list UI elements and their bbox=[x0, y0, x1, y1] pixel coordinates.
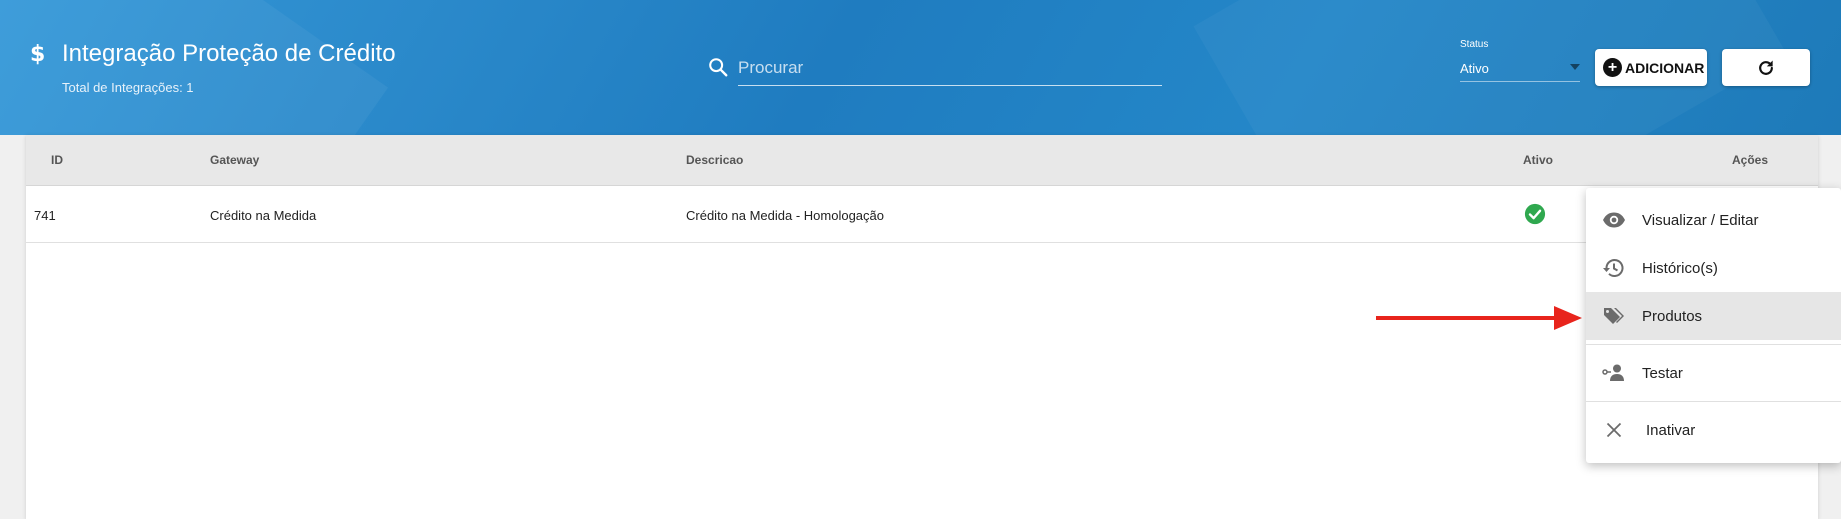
column-header-ativo[interactable]: Ativo bbox=[1523, 153, 1553, 167]
column-header-acoes: Ações bbox=[1732, 153, 1769, 167]
eye-icon bbox=[1603, 212, 1625, 228]
app-header: $ Integração Proteção de Crédito Total d… bbox=[0, 0, 1841, 135]
add-button[interactable]: + ADICIONAR bbox=[1595, 49, 1707, 86]
menu-item-visualizar-editar[interactable]: Visualizar / Editar bbox=[1586, 196, 1841, 244]
add-button-label: ADICIONAR bbox=[1625, 59, 1705, 76]
table-row[interactable]: 741 Crédito na Medida Crédito na Medida … bbox=[26, 186, 1818, 243]
page-title: Integração Proteção de Crédito bbox=[62, 40, 396, 67]
integration-count: Total de Integrações: 1 bbox=[62, 80, 194, 95]
menu-item-produtos[interactable]: Produtos bbox=[1586, 292, 1841, 340]
refresh-icon bbox=[1759, 60, 1773, 75]
menu-item-label: Histórico(s) bbox=[1642, 259, 1718, 277]
menu-item-inativar[interactable]: Inativar bbox=[1586, 406, 1841, 454]
menu-item-label: Produtos bbox=[1642, 307, 1703, 325]
status-select[interactable]: Ativo bbox=[1460, 56, 1580, 82]
cell-gateway: Crédito na Medida bbox=[210, 208, 317, 223]
status-selected-value: Ativo bbox=[1460, 61, 1489, 76]
actions-menu: Visualizar / Editar Histórico(s) Produto… bbox=[1586, 188, 1841, 463]
cell-descricao: Crédito na Medida - Homologação bbox=[686, 208, 884, 223]
menu-divider bbox=[1586, 344, 1841, 345]
refresh-button[interactable] bbox=[1722, 49, 1810, 86]
menu-item-label: Inativar bbox=[1646, 421, 1696, 439]
menu-divider bbox=[1586, 401, 1841, 402]
cell-id: 741 bbox=[34, 208, 56, 223]
tags-icon bbox=[1604, 308, 1624, 324]
menu-item-label: Visualizar / Editar bbox=[1642, 211, 1759, 229]
add-circle-icon: + bbox=[1603, 58, 1622, 77]
column-header-descricao[interactable]: Descricao bbox=[686, 153, 743, 167]
table-header: ID Gateway Descricao Ativo Ações bbox=[26, 135, 1818, 186]
history-icon bbox=[1603, 259, 1624, 277]
dollar-icon: $ bbox=[30, 42, 46, 67]
annotation-arrow-icon bbox=[1376, 306, 1582, 330]
search-icon bbox=[709, 58, 728, 77]
check-circle-icon bbox=[1524, 203, 1546, 225]
search-input[interactable] bbox=[738, 50, 1162, 86]
menu-item-testar[interactable]: Testar bbox=[1586, 349, 1841, 397]
status-label: Status bbox=[1460, 39, 1489, 50]
close-icon bbox=[1606, 422, 1622, 438]
menu-item-label: Testar bbox=[1642, 364, 1683, 382]
chevron-down-icon bbox=[1570, 64, 1580, 70]
column-header-gateway[interactable]: Gateway bbox=[210, 153, 259, 167]
menu-item-historico[interactable]: Histórico(s) bbox=[1586, 244, 1841, 292]
column-header-id[interactable]: ID bbox=[51, 153, 63, 167]
test-user-icon bbox=[1602, 364, 1624, 381]
